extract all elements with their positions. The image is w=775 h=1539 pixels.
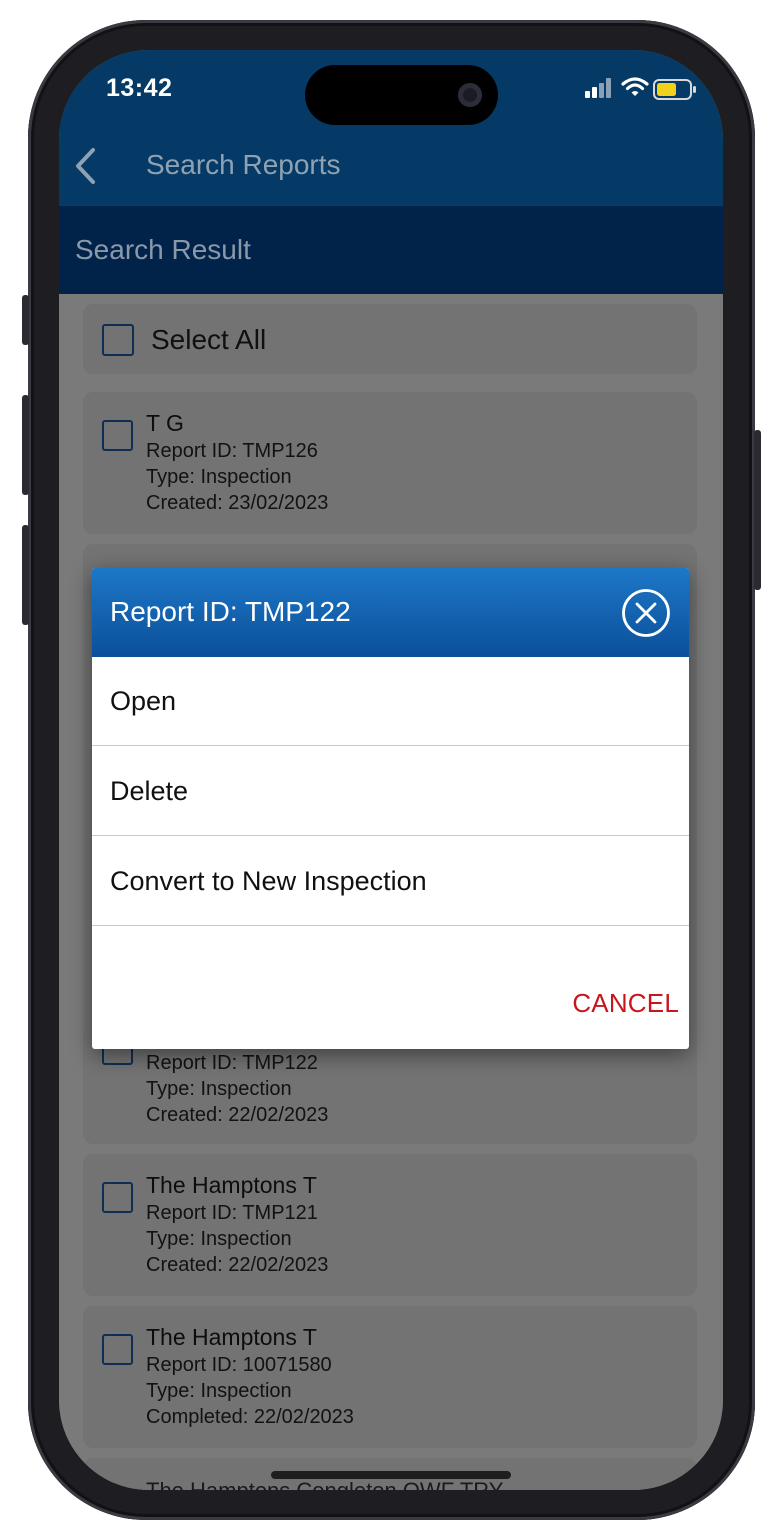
section-title: Search Result xyxy=(75,234,251,265)
dialog-header: Report ID: TMP122 xyxy=(92,568,689,657)
delete-option[interactable]: Delete xyxy=(92,747,689,836)
report-title: The Hamptons T xyxy=(146,1172,317,1198)
report-card[interactable]: T G Report ID: TMP126 Type: Inspection C… xyxy=(83,392,697,534)
volume-up-button xyxy=(22,395,29,495)
convert-option-label: Convert to New Inspection xyxy=(110,866,427,896)
report-card[interactable]: The Hamptons T Report ID: TMP121 Type: I… xyxy=(83,1154,697,1296)
report-checkbox[interactable] xyxy=(102,420,133,451)
report-date: Created: 22/02/2023 xyxy=(146,1104,329,1126)
home-indicator[interactable] xyxy=(271,1471,511,1479)
report-date: Completed: 22/02/2023 xyxy=(146,1406,354,1428)
page-title: Search Reports xyxy=(146,149,341,180)
open-option[interactable]: Open xyxy=(92,657,689,746)
camera-icon xyxy=(458,83,482,107)
status-time: 13:42 xyxy=(106,74,173,102)
open-option-label: Open xyxy=(110,686,177,716)
report-id: Report ID: TMP122 xyxy=(146,1052,318,1074)
report-type: Type: Inspection xyxy=(146,1228,292,1250)
select-all-label: Select All xyxy=(151,324,267,355)
dynamic-island xyxy=(305,65,498,125)
report-id: Report ID: 10071580 xyxy=(146,1354,332,1376)
search-result-header: Search Result xyxy=(59,205,723,295)
action-button xyxy=(22,295,29,345)
select-all-row[interactable]: Select All xyxy=(83,304,697,374)
report-checkbox[interactable] xyxy=(102,1334,133,1365)
back-chevron-icon[interactable] xyxy=(71,146,101,186)
close-icon[interactable] xyxy=(621,588,671,638)
cancel-button[interactable]: CANCEL xyxy=(572,988,679,1019)
report-date: Created: 22/02/2023 xyxy=(146,1254,329,1276)
report-id: Report ID: TMP121 xyxy=(146,1202,318,1224)
power-button xyxy=(754,430,761,590)
report-type: Type: Inspection xyxy=(146,466,292,488)
volume-down-button xyxy=(22,525,29,625)
battery-icon xyxy=(653,79,696,100)
report-id: Report ID: TMP126 xyxy=(146,440,318,462)
select-all-checkbox[interactable] xyxy=(102,324,134,356)
app-header: 13:42 Search Reports xyxy=(59,50,723,205)
dialog-title: Report ID: TMP122 xyxy=(110,596,351,627)
report-type: Type: Inspection xyxy=(146,1380,292,1402)
wifi-icon xyxy=(621,77,649,96)
report-title: The Hamptons Congleton OWF TRY xyxy=(146,1478,503,1490)
report-title: T G xyxy=(146,410,184,436)
report-options-dialog: Report ID: TMP122 Open Delete Convert to… xyxy=(92,568,689,1049)
report-type: Type: Inspection xyxy=(146,1078,292,1100)
report-card[interactable]: The Hamptons T Report ID: 10071580 Type:… xyxy=(83,1306,697,1448)
report-checkbox[interactable] xyxy=(102,1182,133,1213)
convert-option[interactable]: Convert to New Inspection xyxy=(92,837,689,926)
report-title: The Hamptons T xyxy=(146,1324,317,1350)
delete-option-label: Delete xyxy=(110,776,189,806)
report-date: Created: 23/02/2023 xyxy=(146,492,329,514)
screen: 13:42 Search Reports Search Result Selec… xyxy=(59,50,723,1490)
